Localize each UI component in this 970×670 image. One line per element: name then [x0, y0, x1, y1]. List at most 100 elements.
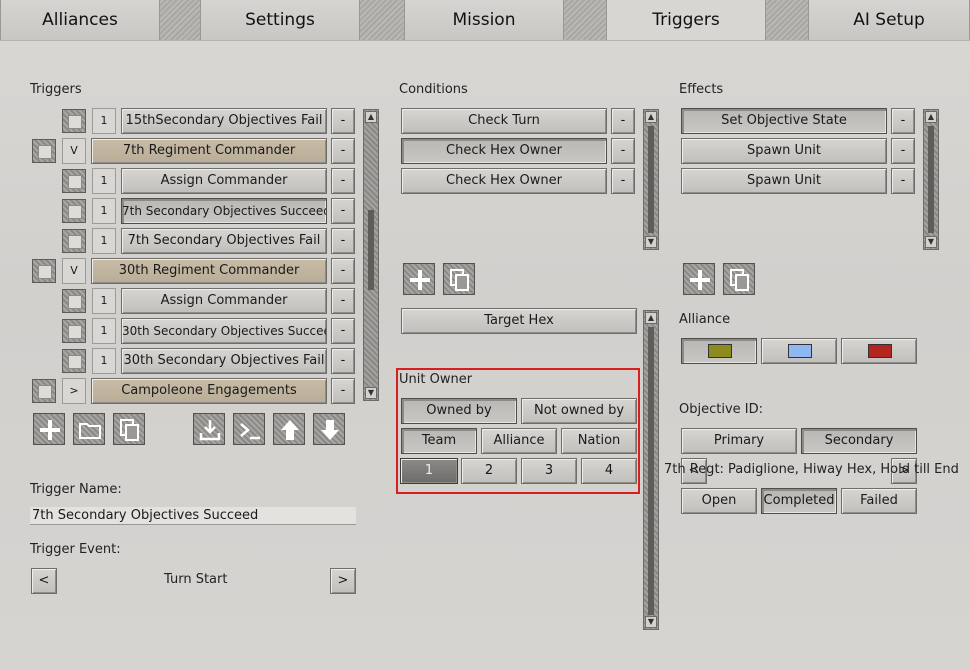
scroll-thumb[interactable] [648, 126, 654, 233]
remove-trigger-button[interactable]: - [331, 198, 355, 224]
trigger-group-checkbox[interactable] [32, 379, 56, 403]
remove-condition-button[interactable]: - [611, 138, 635, 164]
remove-trigger-button[interactable]: - [331, 378, 355, 404]
copy-condition-button[interactable] [443, 263, 475, 295]
remove-trigger-button[interactable]: - [331, 258, 355, 284]
trigger-item[interactable]: 7th Secondary Objectives Fail [121, 228, 327, 254]
scroll-thumb[interactable] [368, 210, 374, 290]
add-icon [40, 420, 60, 440]
primary-toggle[interactable]: Primary [681, 428, 797, 454]
scroll-up-icon[interactable]: ▲ [645, 111, 657, 123]
trigger-group-checkbox[interactable] [32, 259, 56, 283]
trigger-checkbox[interactable] [62, 199, 86, 223]
effect-item[interactable]: Spawn Unit [681, 168, 887, 194]
scroll-thumb[interactable] [648, 327, 654, 615]
trigger-name-input[interactable]: 7th Secondary Objectives Succeed [30, 507, 356, 525]
arrow-down-icon [321, 420, 339, 440]
remove-effect-button[interactable]: - [891, 138, 915, 164]
scroll-down-icon[interactable]: ▼ [645, 616, 657, 628]
state-open-toggle[interactable]: Open [681, 488, 757, 514]
scroll-down-icon[interactable]: ▼ [645, 236, 657, 248]
copy-icon [120, 419, 139, 441]
trigger-item[interactable]: 30th Secondary Objectives Fail [121, 348, 327, 374]
scroll-down-icon[interactable]: ▼ [365, 387, 377, 399]
remove-trigger-button[interactable]: - [331, 348, 355, 374]
trigger-group-toggle[interactable]: > [62, 378, 86, 404]
copy-trigger-button[interactable] [113, 413, 145, 445]
effect-item[interactable]: Spawn Unit [681, 138, 887, 164]
trigger-checkbox[interactable] [62, 289, 86, 313]
trigger-checkbox[interactable] [62, 169, 86, 193]
trigger-count: 1 [92, 288, 116, 314]
import-trigger-button[interactable] [193, 413, 225, 445]
alliance-color-1[interactable] [681, 338, 757, 364]
remove-effect-button[interactable]: - [891, 108, 915, 134]
remove-trigger-button[interactable]: - [331, 138, 355, 164]
condition-item[interactable]: Check Hex Owner [401, 168, 607, 194]
trigger-group-toggle[interactable]: V [62, 258, 86, 284]
condition-item[interactable]: Check Turn [401, 108, 607, 134]
trigger-group-item[interactable]: 30th Regiment Commander [91, 258, 327, 284]
console-button[interactable] [233, 413, 265, 445]
tab-settings[interactable]: Settings [200, 0, 360, 40]
copy-effect-button[interactable] [723, 263, 755, 295]
add-effect-button[interactable] [683, 263, 715, 295]
alliance-color-2[interactable] [761, 338, 837, 364]
target-hex-button[interactable]: Target Hex [401, 308, 637, 334]
tab-mission[interactable]: Mission [404, 0, 564, 40]
scroll-up-icon[interactable]: ▲ [645, 312, 657, 324]
scroll-up-icon[interactable]: ▲ [365, 111, 377, 123]
trigger-item[interactable]: Assign Commander [121, 168, 327, 194]
secondary-toggle[interactable]: Secondary [801, 428, 917, 454]
condition-list-scrollbar[interactable]: ▲ ▼ [643, 109, 659, 250]
trigger-item[interactable]: Assign Commander [121, 288, 327, 314]
highlight-box [396, 368, 640, 494]
remove-trigger-button[interactable]: - [331, 288, 355, 314]
add-folder-button[interactable] [73, 413, 105, 445]
tab-alliances[interactable]: Alliances [0, 0, 160, 40]
trigger-checkbox[interactable] [62, 229, 86, 253]
trigger-group-toggle[interactable]: V [62, 138, 86, 164]
move-up-button[interactable] [273, 413, 305, 445]
state-failed-toggle[interactable]: Failed [841, 488, 917, 514]
trigger-item[interactable]: 15thSecondary Objectives Fail [121, 108, 327, 134]
remove-trigger-button[interactable]: - [331, 108, 355, 134]
remove-trigger-button[interactable]: - [331, 318, 355, 344]
console-icon [240, 423, 260, 440]
trigger-checkbox[interactable] [62, 109, 86, 133]
trigger-group-item[interactable]: Campoleone Engagements [91, 378, 327, 404]
add-trigger-button[interactable] [33, 413, 65, 445]
trigger-item-selected[interactable]: 7th Secondary Objectives Succeed [121, 198, 327, 224]
condition-params-scrollbar[interactable]: ▲ ▼ [643, 310, 659, 630]
effect-item-selected[interactable]: Set Objective State [681, 108, 887, 134]
trigger-checkbox[interactable] [62, 349, 86, 373]
trigger-count: 1 [92, 198, 116, 224]
add-condition-button[interactable] [403, 263, 435, 295]
remove-condition-button[interactable]: - [611, 168, 635, 194]
move-down-button[interactable] [313, 413, 345, 445]
remove-condition-button[interactable]: - [611, 108, 635, 134]
remove-effect-button[interactable]: - [891, 168, 915, 194]
effect-list-scrollbar[interactable]: ▲ ▼ [923, 109, 939, 250]
tab-triggers[interactable]: Triggers [606, 0, 766, 40]
color-swatch [788, 344, 812, 358]
event-prev-button[interactable]: < [31, 568, 57, 594]
alliance-label: Alliance [679, 312, 731, 327]
tab-ai-setup[interactable]: AI Setup [808, 0, 970, 40]
trigger-group-checkbox[interactable] [32, 139, 56, 163]
trigger-group-item[interactable]: 7th Regiment Commander [91, 138, 327, 164]
remove-trigger-button[interactable]: - [331, 228, 355, 254]
scroll-up-icon[interactable]: ▲ [925, 111, 937, 123]
alliance-color-3[interactable] [841, 338, 917, 364]
trigger-list-scrollbar[interactable]: ▲ ▼ [363, 109, 379, 401]
trigger-name-label: Trigger Name: [30, 482, 122, 497]
trigger-item[interactable]: 30th Secondary Objectives Succeed [121, 318, 327, 344]
trigger-checkbox[interactable] [62, 319, 86, 343]
scroll-thumb[interactable] [928, 126, 934, 233]
condition-item-selected[interactable]: Check Hex Owner [401, 138, 607, 164]
scroll-down-icon[interactable]: ▼ [925, 236, 937, 248]
copy-icon [450, 269, 469, 291]
event-next-button[interactable]: > [330, 568, 356, 594]
remove-trigger-button[interactable]: - [331, 168, 355, 194]
state-completed-toggle[interactable]: Completed [761, 488, 837, 514]
